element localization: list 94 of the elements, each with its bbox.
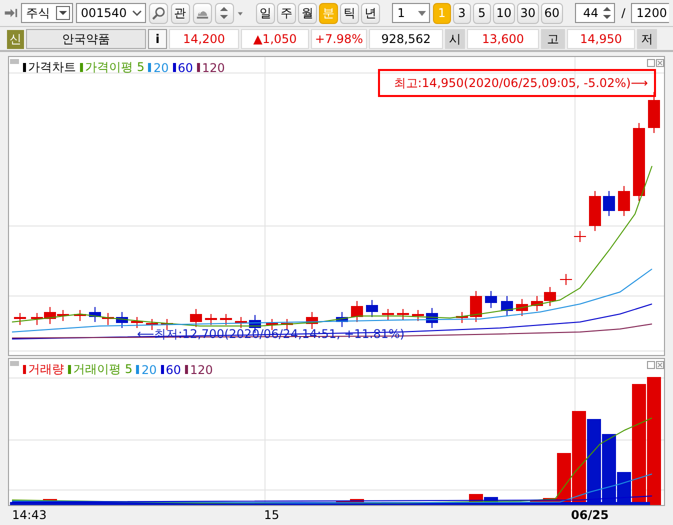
- caret-icon: [236, 10, 244, 16]
- candle: [89, 306, 101, 322]
- candle: [531, 296, 543, 312]
- axis-label: 15: [264, 508, 280, 522]
- candle: [412, 310, 424, 322]
- change-cell: ▲1,050: [241, 29, 309, 49]
- separator-text: /: [620, 6, 626, 20]
- candle: [190, 308, 202, 328]
- high-label: 고: [541, 29, 565, 49]
- interval-button[interactable]: 10: [492, 2, 515, 24]
- spin-button[interactable]: [214, 2, 234, 24]
- axis-label: 14:43: [12, 508, 47, 522]
- candle: [560, 274, 572, 286]
- candle: [220, 314, 232, 326]
- interval-select[interactable]: 1: [392, 3, 430, 23]
- axis-label: 06/25: [571, 508, 609, 522]
- candle: [603, 190, 615, 216]
- period-tab[interactable]: 년: [360, 2, 380, 24]
- alarm-button[interactable]: [192, 2, 212, 24]
- candle: [31, 312, 43, 326]
- up-down-icon: [602, 6, 612, 20]
- period-tab[interactable]: 주: [276, 2, 296, 24]
- low-label: 저: [637, 29, 657, 49]
- legend-label: 거래량: [28, 361, 64, 378]
- high-cell: 14,950: [567, 29, 635, 49]
- candle: [116, 312, 128, 328]
- caret-icon: [130, 8, 143, 18]
- count-field[interactable]: 44: [575, 3, 616, 23]
- candle: [456, 312, 468, 324]
- search-icon: [152, 6, 165, 20]
- period-tab[interactable]: 일: [256, 2, 275, 24]
- stock-name-field[interactable]: 안국약품: [26, 29, 146, 49]
- legend-label: 가격이평 5: [85, 59, 144, 76]
- legend-label: 60: [166, 362, 182, 376]
- candle: [235, 316, 247, 328]
- panel-handle-icon[interactable]: [10, 59, 19, 64]
- candle: [382, 308, 394, 320]
- badge: 신: [7, 30, 24, 48]
- candle: [544, 286, 556, 306]
- candle: [14, 312, 26, 326]
- candle: [351, 300, 363, 322]
- period-tab[interactable]: 틱: [340, 2, 359, 24]
- change-pct-cell: +7.98%: [311, 29, 367, 49]
- candle: [306, 312, 318, 330]
- legend-label: 20: [141, 362, 157, 376]
- legend-label: 60: [178, 60, 194, 74]
- candle: [397, 308, 409, 320]
- volume-cell: 928,562: [369, 29, 443, 49]
- price-cell: 14,200: [169, 29, 239, 49]
- candle: [266, 318, 278, 330]
- caret-icon: [56, 6, 70, 20]
- candle: [618, 186, 630, 216]
- period-tab[interactable]: 월: [298, 2, 317, 24]
- candle: [574, 230, 586, 242]
- candle: [366, 300, 378, 318]
- arrow-bar-icon: [4, 6, 18, 20]
- high-annotation: 최고:14,950(2020/06/25,09:05, -5.02%)⟶: [378, 69, 656, 97]
- interval-button[interactable]: 5: [472, 2, 491, 24]
- legend-label: 거래이평 5: [73, 361, 132, 378]
- candle: [336, 312, 348, 328]
- interval-button[interactable]: 3: [452, 2, 471, 24]
- code-field[interactable]: 001540: [76, 3, 146, 23]
- market-select[interactable]: 주식: [20, 3, 73, 23]
- window-buttons-icon[interactable]: [647, 361, 664, 369]
- legend-label: 20: [153, 60, 169, 74]
- info-button[interactable]: i: [148, 29, 167, 49]
- candle: [485, 290, 497, 308]
- candle: [426, 308, 438, 328]
- interval-button[interactable]: 30: [516, 2, 539, 24]
- total-field[interactable]: 1200: [631, 3, 669, 23]
- candle: [74, 310, 86, 322]
- candle: [102, 312, 114, 326]
- caret-icon: [416, 10, 427, 16]
- open-label: 시: [445, 29, 465, 49]
- legend-label: 120: [202, 60, 225, 74]
- watch-button[interactable]: 관: [170, 2, 190, 24]
- candle: [501, 296, 513, 316]
- search-button[interactable]: [148, 2, 168, 24]
- window-buttons-icon[interactable]: [647, 59, 664, 67]
- legend-label: 가격차트: [28, 59, 76, 76]
- candle: [131, 316, 143, 328]
- candle: [205, 314, 217, 326]
- legend-label: 120: [190, 362, 213, 376]
- candle: [470, 290, 482, 322]
- candle: [516, 298, 528, 316]
- candle: [161, 318, 173, 330]
- interval-button[interactable]: 60: [540, 2, 563, 24]
- open-cell: 13,600: [467, 29, 539, 49]
- candle: [648, 92, 660, 134]
- panel-handle-icon[interactable]: [10, 361, 19, 366]
- up-down-icon: [218, 6, 230, 20]
- candle: [281, 318, 293, 330]
- candle: [146, 318, 158, 330]
- candle: [589, 190, 601, 232]
